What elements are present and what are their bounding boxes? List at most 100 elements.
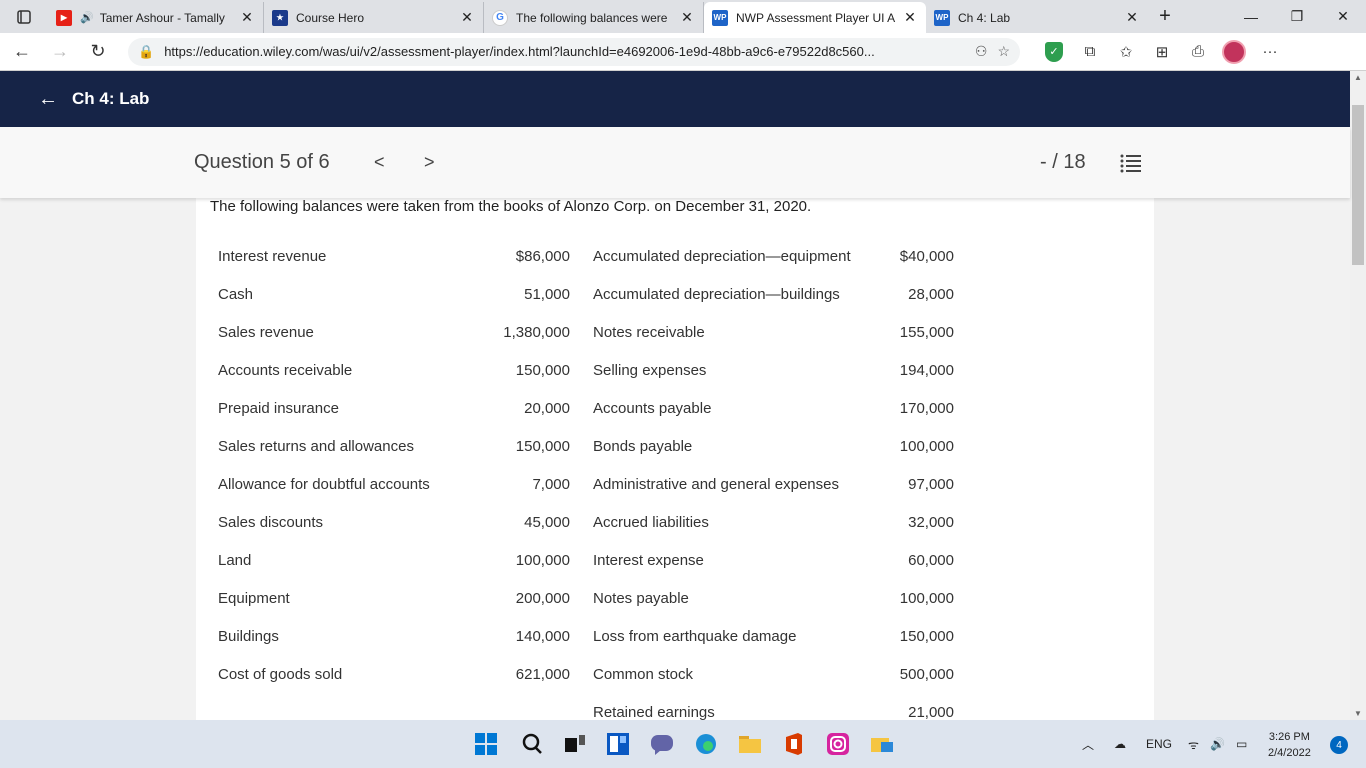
browser-tab[interactable]: ▶ 🔊 Tamer Ashour - Tamally ✕ — [48, 2, 264, 33]
notification-badge[interactable]: 4 — [1330, 736, 1348, 754]
account-balance: 100,000 — [515, 552, 570, 569]
browser-tab-active[interactable]: WP NWP Assessment Player UI A ✕ — [704, 2, 926, 33]
edge-icon — [696, 734, 716, 754]
edge-taskbar-button[interactable] — [694, 732, 718, 756]
account-balance: 1,380,000 — [503, 324, 570, 341]
account-balance: 45,000 — [524, 514, 570, 531]
account-name: Accounts receivable — [218, 362, 353, 379]
back-button[interactable]: ← — [6, 36, 38, 68]
office-button[interactable] — [782, 732, 806, 756]
balance-row: Buildings 140,000 Loss from earthquake dam… — [218, 628, 978, 666]
account-balance: 194,000 — [899, 362, 954, 379]
restore-button[interactable]: ❐ — [1274, 0, 1320, 33]
close-window-button[interactable]: ✕ — [1320, 0, 1366, 33]
minimize-button[interactable]: — — [1228, 0, 1274, 33]
account-balance: 170,000 — [899, 400, 954, 417]
clock[interactable]: 3:26 PM 2/4/2022 — [1268, 729, 1311, 761]
extensions-button[interactable]: ⧉ — [1072, 36, 1108, 68]
battery-icon[interactable]: ▭ — [1236, 720, 1247, 768]
show-hidden-icons-button[interactable]: ︿ — [1082, 720, 1094, 768]
tab-title: NWP Assessment Player UI A — [736, 10, 896, 25]
url-text[interactable]: https://education.wiley.com/was/ui/v2/as… — [164, 44, 965, 59]
tab-actions-button[interactable] — [0, 0, 48, 33]
account-name: Loss from earthquake damage — [593, 628, 797, 645]
audio-icon[interactable]: 🔊 — [80, 11, 94, 24]
account-name: Prepaid insurance — [218, 400, 339, 417]
collections-button[interactable]: ⊞ — [1144, 36, 1180, 68]
instagram-button[interactable] — [826, 732, 850, 756]
next-question-button[interactable]: > — [424, 152, 435, 173]
file-explorer-button[interactable] — [738, 732, 762, 756]
widgets-icon — [607, 733, 629, 755]
screenshot-button[interactable]: ⎙ — [1180, 36, 1216, 68]
account-balance: 140,000 — [515, 628, 570, 645]
settings-more-button[interactable]: ··· — [1252, 36, 1288, 68]
wp-icon: WP — [712, 9, 728, 26]
lock-icon[interactable]: 🔒 — [138, 44, 154, 60]
question-list-icon[interactable] — [1120, 153, 1142, 173]
scroll-up-icon[interactable]: ▲ — [1354, 73, 1362, 82]
avatar — [1222, 39, 1246, 64]
scrollbar-thumb[interactable] — [1352, 105, 1364, 265]
task-view-button[interactable] — [563, 732, 587, 756]
previous-question-button[interactable]: < — [374, 152, 385, 173]
chevron-up-icon: ︿ — [1082, 737, 1095, 752]
onedrive-button[interactable]: ☁ — [1114, 720, 1126, 768]
back-arrow-icon[interactable]: ← — [38, 88, 58, 111]
close-tab-icon[interactable]: ✕ — [239, 9, 255, 26]
search-icon — [522, 733, 542, 754]
account-name: Equipment — [218, 590, 290, 607]
start-button[interactable] — [474, 732, 498, 756]
question-counter: Question 5 of 6 — [194, 151, 330, 173]
wifi-icon[interactable]: ᯤ — [1188, 720, 1199, 768]
vertical-scrollbar[interactable]: ▲ ▼ — [1350, 71, 1366, 720]
profile-button[interactable] — [1216, 36, 1252, 68]
new-tab-button[interactable]: + — [1148, 0, 1182, 33]
browser-tab[interactable]: WP Ch 4: Lab ✕ — [926, 2, 1148, 33]
account-balance: 7,000 — [532, 476, 570, 493]
volume-icon[interactable]: 🔊 — [1210, 720, 1225, 768]
teams-chat-button[interactable] — [650, 732, 674, 756]
search-button[interactable] — [520, 732, 544, 756]
read-aloud-icon[interactable]: ⚇ — [975, 43, 988, 60]
tab-title: Ch 4: Lab — [958, 10, 1011, 25]
balance-row: Accounts receivable 150,000 Selling expens… — [218, 362, 978, 400]
language-indicator[interactable]: ENG — [1146, 720, 1172, 768]
app-header: ← Ch 4: Lab — [0, 71, 1350, 127]
account-name: Land — [218, 552, 252, 569]
chat-icon — [651, 735, 673, 755]
account-name: Cost of goods sold — [218, 666, 343, 683]
account-name: Common stock — [593, 666, 694, 683]
tab-title: The following balances were — [516, 10, 668, 25]
account-balance: 32,000 — [908, 514, 954, 531]
assignment-title[interactable]: Ch 4: Lab — [72, 89, 149, 109]
favorites-button[interactable]: ✩ — [1108, 36, 1144, 68]
widgets-button[interactable] — [606, 732, 630, 756]
close-tab-icon[interactable]: ✕ — [1124, 9, 1140, 26]
address-toolbar: ← → ↻ 🔒 https://education.wiley.com/was/… — [0, 33, 1366, 71]
tab-title: Course Hero — [296, 10, 365, 25]
browser-tab[interactable]: G The following balances were ✕ — [484, 2, 704, 33]
cloud-icon: ☁ — [1114, 737, 1126, 751]
question-score: - / 18 — [1040, 151, 1086, 173]
account-balance: 150,000 — [899, 628, 954, 645]
task-view-icon — [565, 735, 585, 752]
add-favorite-icon[interactable]: ☆ — [997, 43, 1010, 60]
extension-shield-button[interactable]: ✓ — [1036, 36, 1072, 68]
account-name: Bonds payable — [593, 438, 693, 455]
balance-row: Prepaid insurance 20,000 Accounts payable 1… — [218, 400, 978, 438]
close-tab-icon[interactable]: ✕ — [679, 9, 695, 26]
balance-row: Cost of goods sold 621,000 Common stock 500… — [218, 666, 978, 704]
account-name: Allowance for doubtful accounts — [218, 476, 430, 493]
close-tab-icon[interactable]: ✕ — [902, 9, 918, 26]
pinned-app-button[interactable] — [870, 732, 894, 756]
address-bar[interactable]: 🔒 https://education.wiley.com/was/ui/v2/… — [128, 37, 1020, 66]
tab-title: Tamer Ashour - Tamally — [99, 10, 225, 25]
account-balance: 21,000 — [908, 704, 954, 720]
scroll-down-icon[interactable]: ▼ — [1354, 709, 1362, 718]
browser-tab[interactable]: ★ Course Hero ✕ — [264, 2, 484, 33]
refresh-button[interactable]: ↻ — [82, 36, 114, 68]
balance-row: Sales discounts 45,000 Accrued liabilities… — [218, 514, 978, 552]
close-tab-icon[interactable]: ✕ — [459, 9, 475, 26]
forward-button[interactable]: → — [44, 36, 76, 68]
